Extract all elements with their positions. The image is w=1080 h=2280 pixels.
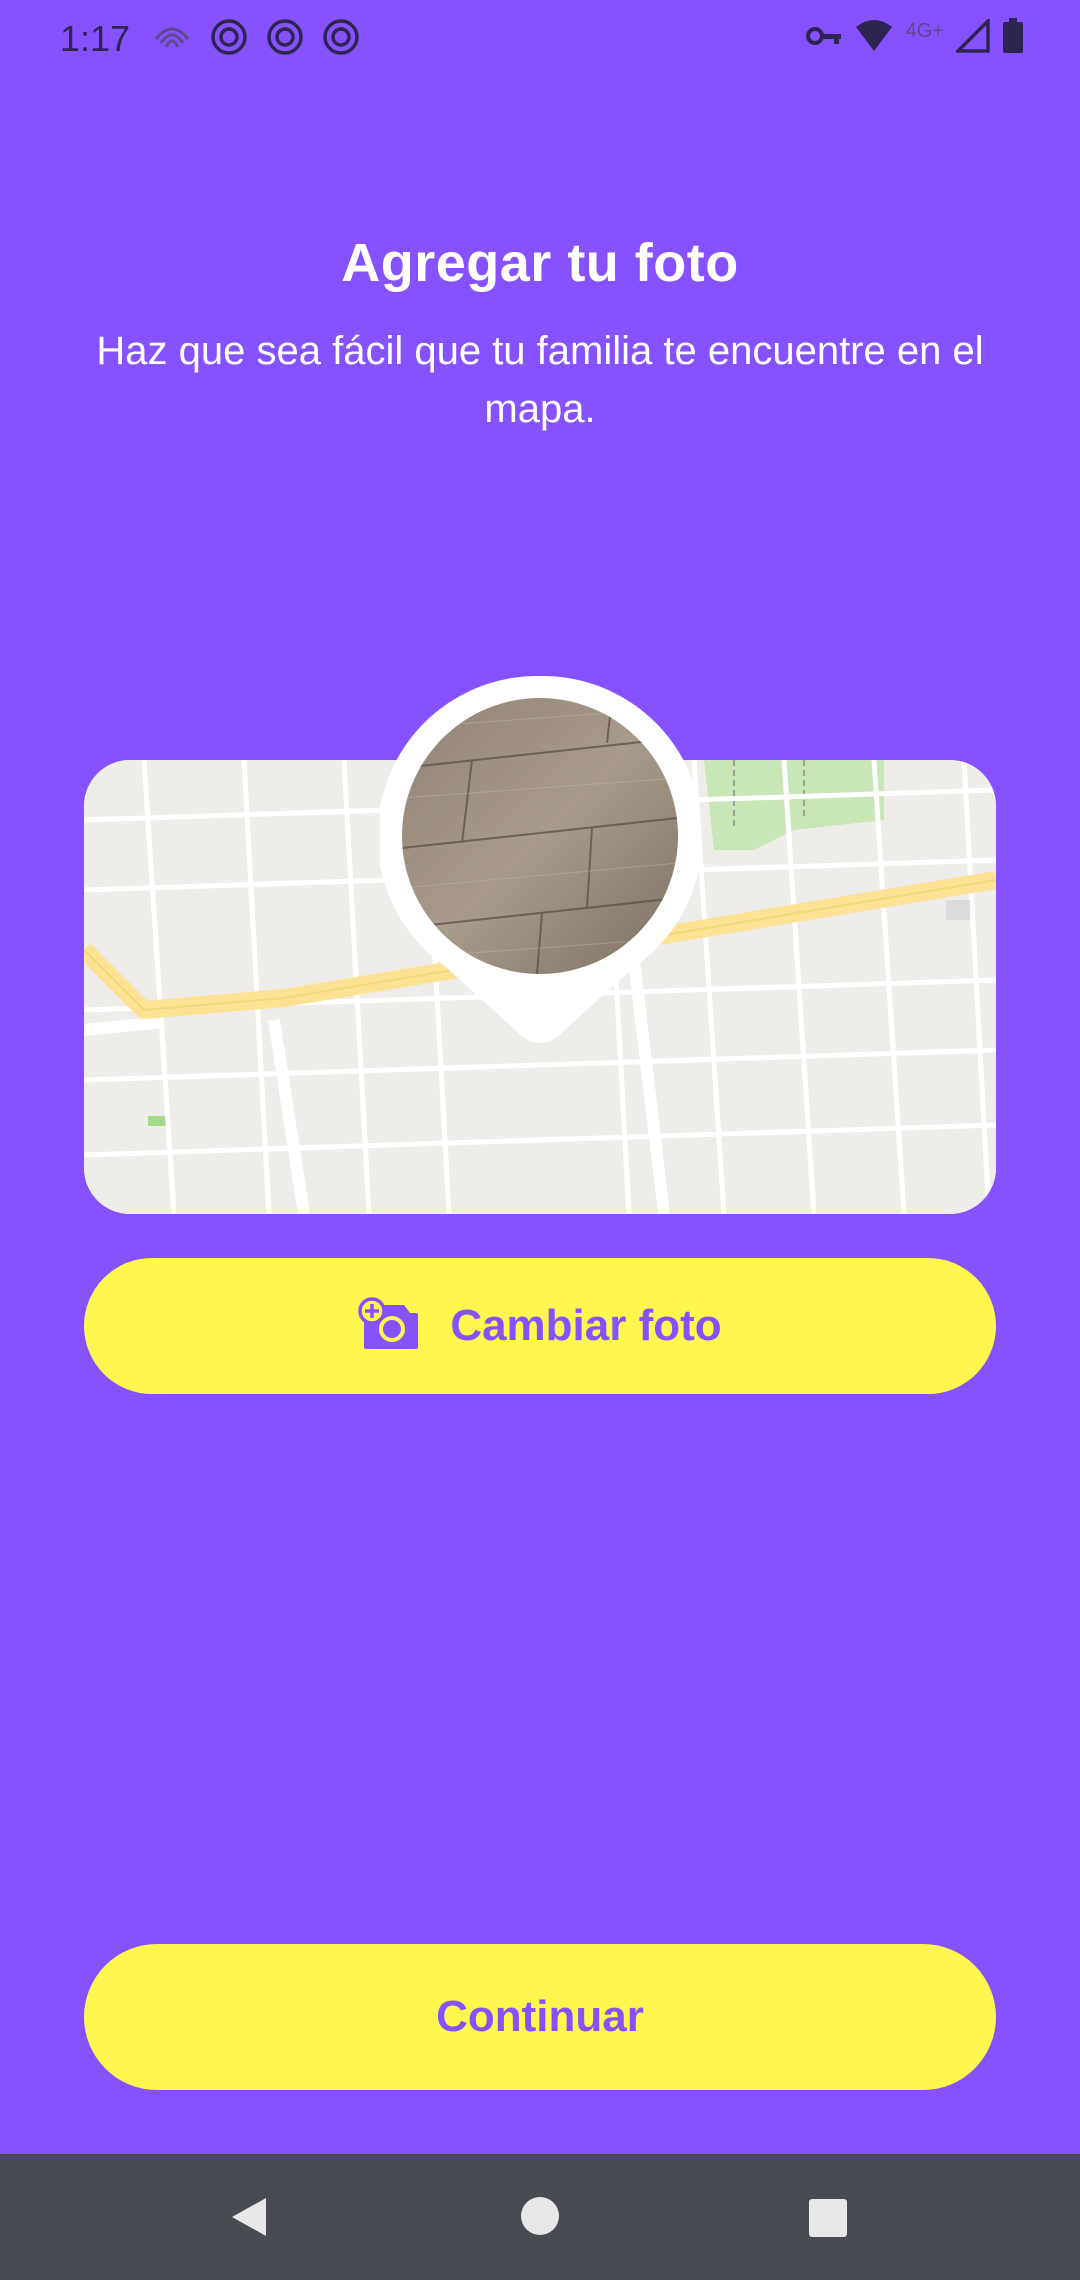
back-icon[interactable] xyxy=(228,2196,268,2243)
life360-notification-icon xyxy=(322,18,360,61)
page-title: Agregar tu foto xyxy=(341,233,739,293)
wifi-icon xyxy=(854,19,894,58)
notification-icons xyxy=(152,18,360,61)
change-photo-label: Cambiar foto xyxy=(450,1301,722,1350)
battery-icon xyxy=(1002,18,1024,59)
recents-icon[interactable] xyxy=(808,2198,848,2243)
system-status-icons: 4G+ xyxy=(805,16,1024,59)
vpn-key-icon xyxy=(805,21,842,56)
avatar[interactable] xyxy=(402,698,678,974)
continue-button[interactable]: Continuar xyxy=(84,1944,996,2090)
navigation-bar xyxy=(0,2154,1080,2280)
status-time: 1:17 xyxy=(60,18,131,59)
fingerprint-icon xyxy=(152,19,192,60)
life360-notification-icon xyxy=(266,18,304,61)
page-subtitle: Haz que sea fácil que tu familia te encu… xyxy=(96,329,984,431)
change-photo-button[interactable]: Cambiar foto xyxy=(84,1258,996,1394)
cell-signal-icon xyxy=(953,16,990,58)
continue-label: Continuar xyxy=(436,1992,644,2041)
add-photo-camera-icon xyxy=(358,1296,420,1356)
network-type-label: 4G+ xyxy=(905,20,944,42)
status-bar: 1:17 4G+ xyxy=(0,0,1080,80)
life360-notification-icon xyxy=(210,18,248,61)
home-icon[interactable] xyxy=(520,2196,560,2241)
